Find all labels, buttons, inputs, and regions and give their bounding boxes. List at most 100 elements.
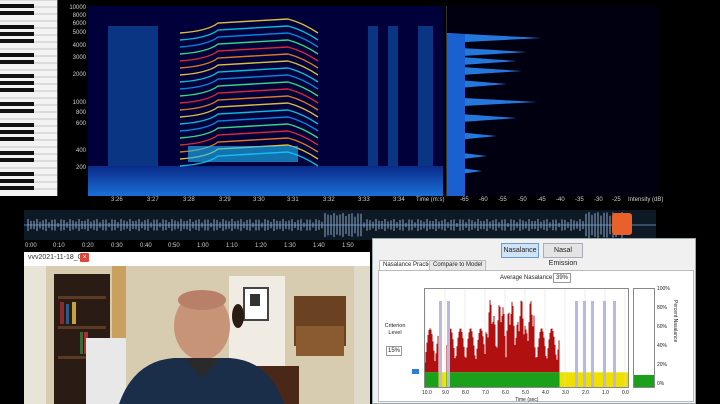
time-tick-label: 3:26 bbox=[111, 197, 123, 203]
formant-band bbox=[188, 146, 298, 162]
waveform-playhead-handle[interactable] bbox=[612, 213, 632, 235]
criterion-level-label: Criterion Level bbox=[384, 323, 406, 336]
piano-black-key bbox=[0, 151, 34, 155]
time-tick-label: 10.0 bbox=[422, 390, 432, 396]
time-tick-label: 5.0 bbox=[522, 390, 529, 396]
time-tick-label: 7.0 bbox=[482, 390, 489, 396]
time-tick-label: 3:34 bbox=[393, 197, 405, 203]
frequency-tick-label: 10000 bbox=[69, 5, 86, 11]
piano-black-key bbox=[0, 137, 34, 141]
time-tick-label: 8.0 bbox=[462, 390, 469, 396]
piano-black-key bbox=[0, 4, 34, 8]
frequency-tick-label: 800 bbox=[75, 110, 86, 116]
percent-tick-label: 100% bbox=[657, 286, 670, 292]
piano-black-key bbox=[0, 11, 34, 15]
intensity-tick-label: -60 bbox=[479, 197, 488, 203]
piano-black-key bbox=[0, 179, 34, 183]
piano-black-key bbox=[0, 25, 34, 29]
piano-black-key bbox=[0, 109, 34, 113]
piano-keyboard bbox=[0, 0, 58, 196]
event-bar bbox=[591, 301, 594, 387]
spectrum-slice bbox=[446, 6, 658, 196]
waveform-graphic bbox=[24, 212, 656, 238]
piano-black-key bbox=[0, 74, 34, 78]
intensity-tick-label: -25 bbox=[612, 197, 621, 203]
event-bar bbox=[439, 301, 442, 387]
time-tick-label: 3:28 bbox=[183, 197, 195, 203]
waveform-tick-label: 1:40 bbox=[313, 243, 325, 249]
piano-black-key bbox=[0, 123, 34, 127]
spectrum-body bbox=[447, 34, 465, 196]
speech-burst bbox=[418, 26, 433, 166]
piano-black-key bbox=[0, 53, 34, 57]
piano-black-key bbox=[0, 32, 34, 36]
spectrum-graphic bbox=[447, 33, 542, 196]
waveform-tick-label: 1:30 bbox=[284, 243, 296, 249]
frequency-tick-label: 200 bbox=[75, 165, 86, 171]
waveform-tick-label: 1:50 bbox=[342, 243, 354, 249]
piano-black-key bbox=[0, 158, 34, 162]
waveform-tick-label: 1:10 bbox=[226, 243, 238, 249]
speech-burst bbox=[148, 26, 158, 166]
time-axis-title: Time (sec) bbox=[515, 397, 539, 403]
waveform-tick-label: 0:10 bbox=[53, 243, 65, 249]
waveform-tick-label: 0:50 bbox=[168, 243, 180, 249]
frequency-tick-label: 4000 bbox=[72, 43, 86, 49]
piano-black-key bbox=[0, 130, 34, 134]
percent-tick-label: 0% bbox=[657, 381, 665, 387]
time-tick-label: 4.0 bbox=[542, 390, 549, 396]
intensity-tick-label: -40 bbox=[556, 197, 565, 203]
webcam-video bbox=[24, 266, 370, 404]
time-unit-label: Time (m:s) bbox=[416, 197, 445, 203]
average-nasalance-value: 39% bbox=[553, 273, 571, 283]
percent-nasalance-axis-label: Percent Nasalance bbox=[672, 300, 678, 343]
percent-tick-label: 20% bbox=[657, 362, 668, 368]
intensity-tick-label: -30 bbox=[594, 197, 603, 203]
waveform-tick-label: 0:30 bbox=[111, 243, 123, 249]
piano-black-key bbox=[0, 186, 34, 190]
speech-burst bbox=[128, 26, 148, 166]
time-tick-label: 2.0 bbox=[582, 390, 589, 396]
piano-black-key bbox=[0, 102, 34, 106]
time-tick-label: 3:29 bbox=[219, 197, 231, 203]
close-icon[interactable]: × bbox=[80, 253, 89, 262]
frequency-tick-label: 2000 bbox=[72, 72, 86, 78]
waveform-tick-label: 1:20 bbox=[255, 243, 267, 249]
intensity-tick-label: -35 bbox=[575, 197, 584, 203]
waveform-tick-label: 1:00 bbox=[197, 243, 209, 249]
nasal-emission-mode-button[interactable]: Nasal Emission bbox=[543, 243, 583, 267]
tab-compare-to-model[interactable]: Compare to Model bbox=[429, 260, 487, 270]
intensity-unit-label: Intensity (dB) bbox=[628, 197, 664, 203]
spectrogram[interactable] bbox=[88, 6, 443, 196]
level-meter-graphic bbox=[634, 375, 654, 387]
frequency-tick-label: 5000 bbox=[72, 30, 86, 36]
time-tick-label: 3:33 bbox=[358, 197, 370, 203]
criterion-slider-handle[interactable] bbox=[412, 369, 419, 374]
piano-black-key bbox=[0, 39, 34, 43]
waveform-overview[interactable] bbox=[24, 210, 656, 240]
piano-black-key bbox=[0, 172, 34, 176]
piano-black-key bbox=[0, 88, 34, 92]
time-tick-label: 9.0 bbox=[442, 390, 449, 396]
event-bar bbox=[613, 301, 616, 387]
event-bar bbox=[575, 301, 578, 387]
percent-tick-label: 60% bbox=[657, 324, 668, 330]
app-window: 10000 8000 6000 5000 4000 3000 2000 1000 800 600 4… bbox=[0, 0, 720, 404]
nasalance-mode-button[interactable]: Nasalance bbox=[501, 243, 539, 258]
waveform-tick-label: 0:20 bbox=[82, 243, 94, 249]
frequency-tick-label: 8000 bbox=[72, 13, 86, 19]
time-tick-label: 3:27 bbox=[147, 197, 159, 203]
frequency-tick-label: 3000 bbox=[72, 55, 86, 61]
time-tick-label: 3:30 bbox=[253, 197, 265, 203]
criterion-level-field[interactable]: 15% bbox=[386, 346, 402, 356]
time-tick-label: 3.0 bbox=[562, 390, 569, 396]
piano-black-key bbox=[0, 81, 34, 85]
percent-tick-label: 40% bbox=[657, 343, 668, 349]
percent-tick-label: 80% bbox=[657, 305, 668, 311]
time-tick-label: 6.0 bbox=[502, 390, 509, 396]
waveform-tick-label: 0:00 bbox=[25, 243, 37, 249]
average-nasalance-label: Average Nasalance: bbox=[500, 275, 554, 281]
frequency-tick-label: 1000 bbox=[72, 100, 86, 106]
event-bar bbox=[447, 301, 450, 387]
event-bar bbox=[583, 301, 586, 387]
